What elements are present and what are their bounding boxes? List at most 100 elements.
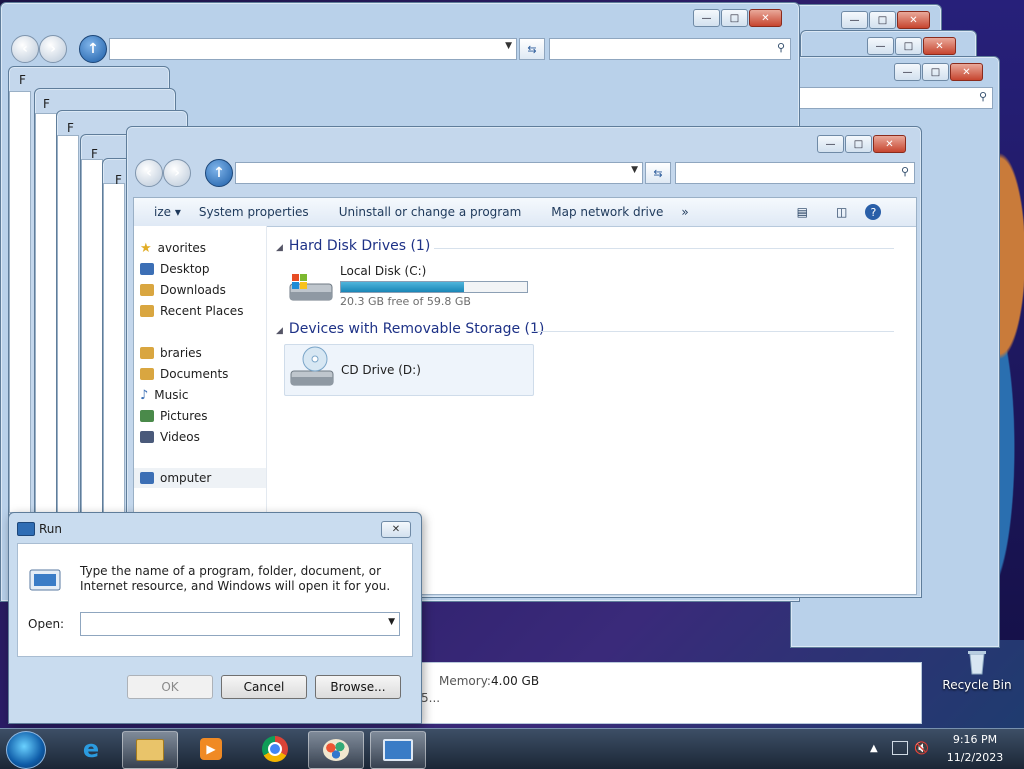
uninstall-program-button[interactable]: Uninstall or change a program bbox=[339, 205, 522, 219]
cd-drive-name: CD Drive (D:) bbox=[341, 363, 421, 377]
map-network-drive-button[interactable]: Map network drive bbox=[551, 205, 663, 219]
run-icon bbox=[17, 522, 35, 536]
address-bar[interactable]: ▼ bbox=[235, 162, 643, 184]
preview-pane-icon[interactable]: ◫ bbox=[836, 205, 847, 219]
search-box[interactable]: ⚲ bbox=[549, 38, 791, 60]
up-button[interactable]: ↑ bbox=[205, 159, 233, 187]
minimize-button[interactable]: — bbox=[894, 63, 921, 81]
cd-drive-item[interactable]: CD Drive (D:) bbox=[284, 344, 534, 396]
help-icon[interactable]: ? bbox=[865, 204, 882, 220]
recycle-bin-shortcut[interactable]: Recycle Bin bbox=[940, 648, 1014, 700]
sidebar-item-recent-places[interactable]: Recent Places bbox=[140, 301, 243, 321]
open-input[interactable]: ▼ bbox=[80, 612, 400, 636]
internet-explorer-icon: e bbox=[82, 735, 100, 763]
window-caption-buttons: — □ ✕ bbox=[841, 11, 930, 29]
recycle-bin-icon bbox=[968, 651, 986, 675]
sidebar-item-documents[interactable]: Documents bbox=[140, 364, 228, 384]
taskbar: e ▶ ▲ 🔇 9:16 PM 11/2/2023 bbox=[0, 728, 1024, 769]
hard-drive-icon bbox=[289, 274, 333, 301]
refresh-button[interactable]: ⇆ bbox=[645, 162, 671, 184]
taskbar-windows-explorer[interactable] bbox=[122, 731, 178, 769]
group-removable-storage[interactable]: ◢ Devices with Removable Storage (1) bbox=[276, 321, 544, 337]
maximize-button[interactable]: □ bbox=[869, 11, 896, 29]
maximize-button[interactable]: □ bbox=[895, 37, 922, 55]
sidebar-item-favorites[interactable]: ★ avorites bbox=[140, 238, 206, 258]
local-disk-item[interactable]: Local Disk (C:) 20.3 GB free of 59.8 GB bbox=[284, 264, 544, 310]
cancel-button[interactable]: Cancel bbox=[221, 675, 307, 699]
window-body bbox=[35, 113, 57, 515]
libraries-icon bbox=[140, 347, 154, 359]
minimize-button[interactable]: — bbox=[817, 135, 844, 153]
search-icon: ⚲ bbox=[900, 165, 909, 178]
taskbar-paint[interactable] bbox=[308, 731, 364, 769]
details-partial-text: 5... bbox=[421, 691, 441, 705]
more-commands-button[interactable]: » bbox=[681, 205, 688, 219]
taskbar-internet-explorer[interactable]: e bbox=[64, 731, 118, 767]
up-button[interactable]: ↑ bbox=[79, 35, 107, 63]
clock-date[interactable]: 11/2/2023 bbox=[940, 751, 1010, 764]
desktop-icon bbox=[140, 263, 154, 275]
local-disk-free-space: 20.3 GB free of 59.8 GB bbox=[340, 295, 471, 308]
minimize-button[interactable]: — bbox=[867, 37, 894, 55]
window-body bbox=[81, 159, 103, 517]
close-button[interactable]: ✕ bbox=[873, 135, 906, 153]
sidebar-item-desktop[interactable]: Desktop bbox=[140, 259, 210, 279]
show-hidden-icons[interactable]: ▲ bbox=[870, 743, 878, 754]
maximize-button[interactable]: □ bbox=[922, 63, 949, 81]
group-hard-disk-drives[interactable]: ◢ Hard Disk Drives (1) bbox=[276, 238, 430, 254]
network-icon[interactable] bbox=[892, 741, 908, 755]
sidebar-item-pictures[interactable]: Pictures bbox=[140, 406, 208, 426]
back-button[interactable]: ‹ bbox=[135, 159, 163, 187]
menu-letter: F bbox=[67, 121, 74, 135]
search-box[interactable]: ⚲ bbox=[675, 162, 915, 184]
search-box[interactable]: ⚲ bbox=[795, 87, 993, 109]
taskbar-run-dialog[interactable] bbox=[370, 731, 426, 769]
close-button[interactable]: ✕ bbox=[950, 63, 983, 81]
minimize-button[interactable]: — bbox=[841, 11, 868, 29]
minimize-button[interactable]: — bbox=[693, 9, 720, 27]
run-dialog-title: Run bbox=[39, 522, 63, 536]
window-caption-buttons: — □ ✕ bbox=[693, 9, 782, 27]
maximize-button[interactable]: □ bbox=[721, 9, 748, 27]
run-dialog[interactable]: Run ✕ Type the name of a program, folder… bbox=[8, 512, 422, 724]
close-button[interactable]: ✕ bbox=[381, 521, 411, 538]
paint-icon bbox=[323, 739, 349, 761]
address-bar[interactable]: ▼ bbox=[109, 38, 517, 60]
sidebar-item-downloads[interactable]: Downloads bbox=[140, 280, 226, 300]
taskbar-media-player[interactable]: ▶ bbox=[184, 731, 238, 767]
chrome-icon bbox=[262, 736, 288, 762]
back-button[interactable]: ‹ bbox=[11, 35, 39, 63]
downloads-icon bbox=[140, 284, 154, 296]
close-button[interactable]: ✕ bbox=[749, 9, 782, 27]
organize-button[interactable]: ize ▾ bbox=[154, 205, 181, 219]
command-bar: ize ▾ System properties Uninstall or cha… bbox=[134, 198, 916, 227]
system-properties-button[interactable]: System properties bbox=[199, 205, 309, 219]
maximize-button[interactable]: □ bbox=[845, 135, 872, 153]
music-icon: ♪ bbox=[140, 387, 149, 403]
clock-time[interactable]: 9:16 PM bbox=[940, 733, 1010, 746]
refresh-button[interactable]: ⇆ bbox=[519, 38, 545, 60]
forward-button[interactable]: › bbox=[163, 159, 191, 187]
close-button[interactable]: ✕ bbox=[923, 37, 956, 55]
folder-icon bbox=[136, 739, 164, 761]
ok-button[interactable]: OK bbox=[127, 675, 213, 699]
taskbar-chrome[interactable] bbox=[248, 731, 302, 767]
sidebar-item-videos[interactable]: Videos bbox=[140, 427, 200, 447]
collapse-triangle-icon: ◢ bbox=[276, 243, 283, 253]
forward-button[interactable]: › bbox=[39, 35, 67, 63]
refresh-icon: ⇆ bbox=[527, 42, 537, 56]
browse-button[interactable]: Browse... bbox=[315, 675, 401, 699]
window-caption-buttons: — □ ✕ bbox=[867, 37, 956, 55]
memory-label: Memory: bbox=[439, 674, 491, 688]
sidebar-item-computer[interactable]: omputer bbox=[134, 468, 266, 488]
sidebar-item-music[interactable]: ♪ Music bbox=[140, 385, 188, 405]
close-button[interactable]: ✕ bbox=[897, 11, 930, 29]
start-button[interactable] bbox=[6, 731, 46, 769]
window-body bbox=[9, 91, 31, 513]
sidebar-item-libraries[interactable]: braries bbox=[140, 343, 202, 363]
volume-muted-icon[interactable]: 🔇 bbox=[914, 741, 929, 755]
view-options-icon[interactable]: ▤ bbox=[797, 205, 808, 219]
disk-usage-fill bbox=[341, 282, 464, 292]
run-program-icon bbox=[29, 569, 61, 591]
chevron-down-icon[interactable]: ▼ bbox=[388, 617, 395, 627]
